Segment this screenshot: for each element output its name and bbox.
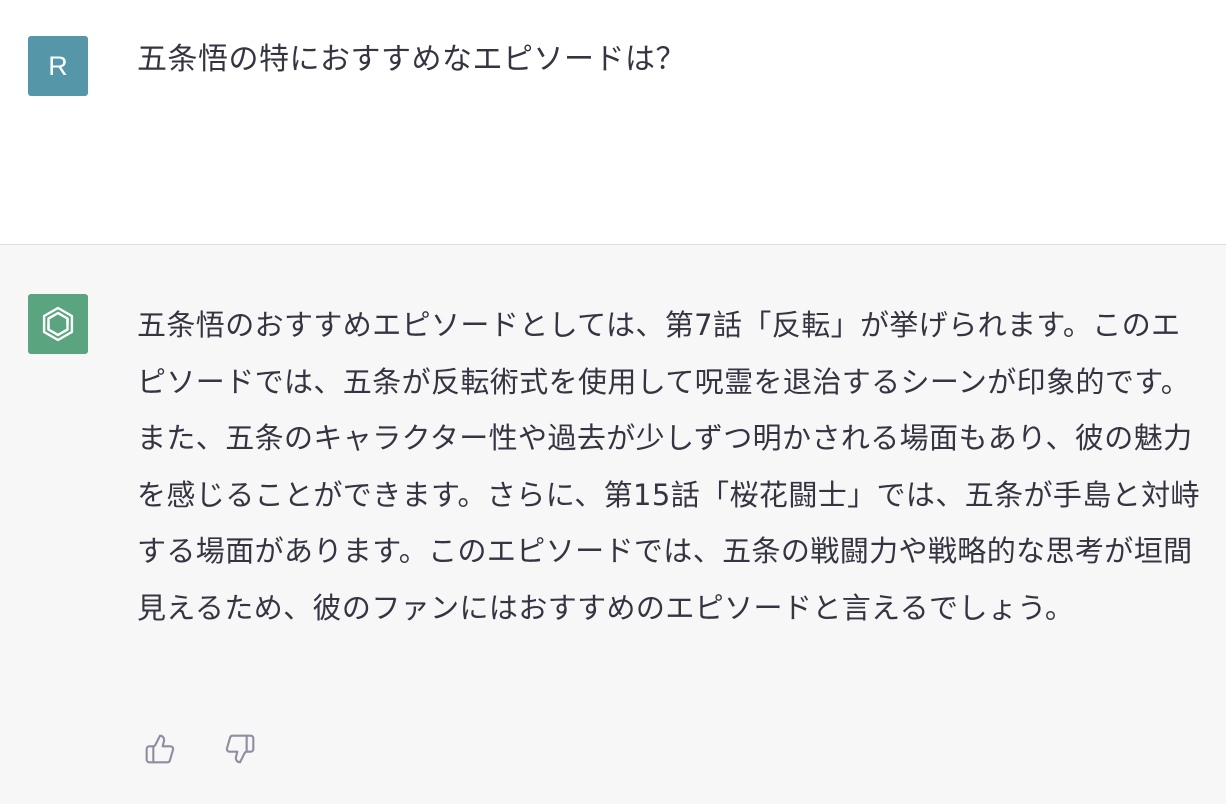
user-message-row: R 五条悟の特におすすめなエピソードは？ [0, 0, 1226, 245]
thumbs-down-icon [225, 734, 255, 764]
assistant-avatar [28, 294, 88, 354]
feedback-buttons [142, 731, 258, 767]
user-avatar-letter: R [48, 50, 68, 81]
assistant-message-row: 五条悟のおすすめエピソードとしては、第7話「反転」が挙げられます。このエピソード… [0, 245, 1226, 804]
user-avatar: R [28, 36, 88, 96]
assistant-message-text: 五条悟のおすすめエピソードとしては、第7話「反転」が挙げられます。このエピソード… [137, 308, 1200, 625]
openai-logo-icon [42, 306, 74, 342]
thumbs-down-button[interactable] [222, 731, 258, 767]
thumbs-up-button[interactable] [142, 731, 178, 767]
user-message-text: 五条悟の特におすすめなエピソードは？ [137, 42, 686, 77]
thumbs-up-icon [145, 734, 175, 764]
